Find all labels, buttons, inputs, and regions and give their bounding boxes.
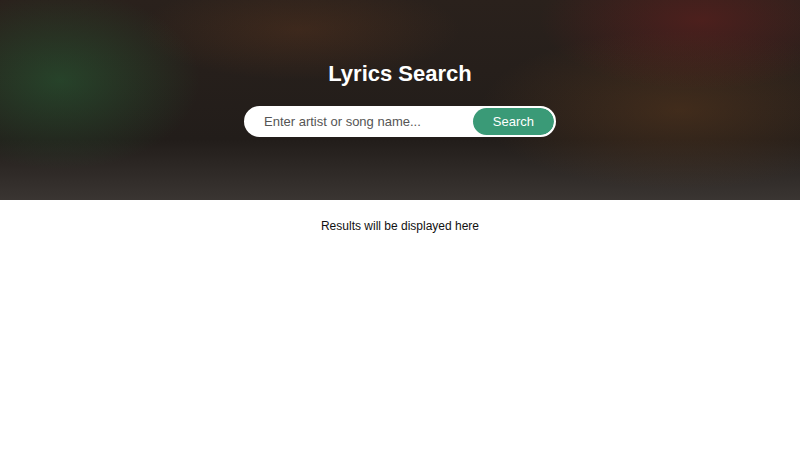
search-form: Search — [244, 106, 556, 137]
background-photo — [0, 0, 800, 200]
search-button[interactable]: Search — [473, 108, 554, 135]
search-input[interactable] — [246, 108, 473, 135]
hero-header: Lyrics Search Search — [0, 0, 800, 200]
page-title: Lyrics Search — [328, 60, 472, 88]
page: Lyrics Search Search Results will be dis… — [0, 0, 800, 450]
results-message: Results will be displayed here — [321, 218, 479, 234]
results-area: Results will be displayed here — [0, 200, 800, 234]
